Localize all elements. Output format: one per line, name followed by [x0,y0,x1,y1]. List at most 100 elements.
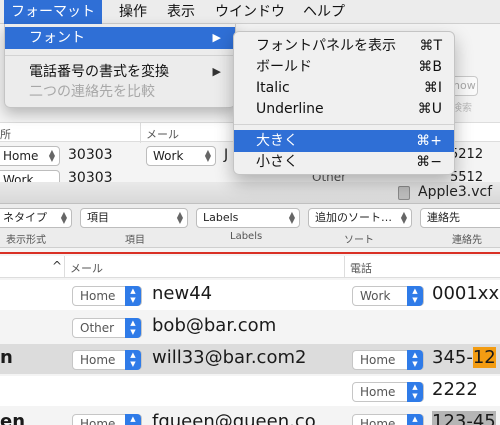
item-popup-label: 項目 [87,211,109,224]
menu-window[interactable]: ウインドウ [208,0,292,24]
submenu-arrow-icon: ▶ [212,31,221,44]
mail-cell[interactable]: bob@bar.com [152,315,276,336]
popup-arrows-icon: ▲ ▼ [48,148,55,163]
mail-type-popup[interactable]: Work ▲ ▼ [146,146,216,166]
upper-col-address: 所 [0,128,11,141]
shortcut-label: ⌘T [419,38,442,54]
mail-column-header[interactable]: メール [70,260,103,276]
filter-toolbar: ネタイプ ▲ ▼ 項目 ▲ ▼ Labels ▲ ▼ 追加のソート… ▲ ▼ 連絡先 表示形式 … [0,204,500,248]
phone-cell[interactable]: 2222 [432,379,478,400]
display-format-caption: 表示形式 [6,235,46,246]
address-type-popup[interactable]: Work [0,170,60,182]
menu-help[interactable]: ヘルプ [296,0,352,24]
phone-label-stepper[interactable]: Home ▲▼ [352,350,424,370]
phone-label-text: Home [360,353,396,367]
shortcut-label: ⌘+ [416,133,442,149]
mail-label-stepper[interactable]: Home ▲▼ [72,286,142,306]
mail-label-text: Other [80,321,115,335]
menu-separator [5,55,235,56]
shortcut-label: ⌘I [423,80,442,96]
menu-format[interactable]: フォーマット [4,0,102,24]
menu-item-convert-phone-format[interactable]: 電話番号の書式を変換 ▶ [5,61,235,83]
name-partial: n [0,347,13,368]
address-type-popup[interactable]: Home ▲ ▼ [0,146,60,166]
menu-bar: フォーマット 操作 表示 ウインドウ ヘルプ [0,0,500,24]
menu-item-convert-phone-format-label: 電話番号の書式を変換 [29,64,169,80]
main-table-header: ^ メール 電話 [0,256,500,278]
shortcut-label: ⌘U [417,101,442,117]
menu-item-italic[interactable]: Italic ⌘I [234,77,454,99]
menu-item-label: Italic [256,80,290,96]
table-row[interactable]: en Home ▲▼ fqueen@queen.co Home ▲▼ 123-45 [0,408,500,425]
menu-item-show-font-panel[interactable]: フォントパネルを表示 ⌘T [234,35,454,57]
menu-separator [234,124,454,125]
popup-arrows-icon: ▲ ▼ [204,148,211,163]
stepper-arrows-icon: ▲▼ [407,382,423,402]
document-icon [398,186,410,200]
labels-popup-label: Labels [203,211,239,224]
phone-cell-text: 345- [432,347,473,368]
menu-item-label: 大きく [256,133,298,149]
submenu-arrow-icon: ▶ [212,65,221,78]
additional-sort-popup[interactable]: 追加のソート… ▲ ▼ [308,208,412,228]
table-row[interactable]: Home ▲ ▼ 2222 [0,376,500,406]
column-divider [64,256,65,278]
stepper-arrows-icon: ▲▼ [407,286,423,306]
labels-caption: Labels [230,231,263,242]
menu-action[interactable]: 操作 [112,0,154,24]
mail-type-label: Work [153,149,184,163]
menu-item-font-label: フォント [29,30,85,46]
menu-item-font[interactable]: フォント ▶ [5,27,235,49]
display-format-popup[interactable]: ネタイプ ▲ ▼ [0,208,72,228]
stepper-arrows-icon: ▲▼ [125,350,141,370]
address-type-label: Work [3,173,34,182]
address-value: 30303 [68,170,113,182]
menu-item-label: ボールド [256,59,312,75]
menu-item-underline[interactable]: Underline ⌘U [234,98,454,120]
menu-item-bold[interactable]: ボールド ⌘B [234,56,454,78]
titlebar: Apple3.vcf [0,182,500,204]
phone-partial-value: 5512 [450,170,484,182]
phone-label-stepper[interactable]: Home ▲▼ [352,414,424,425]
phone-column-header[interactable]: 電話 [350,260,372,276]
sort-caption: ソート [344,235,374,246]
item-popup[interactable]: 項目 ▲ ▼ [80,208,188,228]
shortcut-label: ⌘B [418,59,442,75]
phone-label-text: Home [360,385,396,399]
table-row[interactable]: Other ▲ ▼ bob@bar.com [0,312,500,342]
table-row[interactable]: Home ▲ ▼ new44 Work ▲ ▼ 0001xx [0,280,500,310]
menu-item-label: フォントパネルを表示 [256,38,396,54]
stepper-arrows-icon: ▲▼ [407,350,423,370]
mail-cell[interactable]: fqueen@queen.co [152,411,316,425]
phone-label-text: Work [360,289,391,303]
popup-arrows-icon: ▲ ▼ [176,210,183,225]
menu-item-smaller[interactable]: 小さく ⌘− [234,151,454,173]
menu-view[interactable]: 表示 [160,0,202,24]
name-partial: en [0,411,26,425]
phone-label-stepper[interactable]: Home ▲▼ [352,382,424,402]
display-format-label: ネタイプ [3,211,47,224]
shortcut-label: ⌘− [416,154,442,170]
mail-label-stepper[interactable]: Other ▲ ▼ [72,318,142,338]
phone-label-stepper[interactable]: Work ▲ ▼ [352,286,424,306]
popup-arrows-icon: ▲ ▼ [288,210,295,225]
sort-ascending-icon[interactable]: ^ [52,259,62,273]
mail-label-text: Home [80,417,116,425]
phone-cell[interactable]: 345-12 [432,347,496,368]
mail-label-stepper[interactable]: Home ▲▼ [72,350,142,370]
format-dropdown-menu: フォント ▶ 電話番号の書式を変換 ▶ 二つの連絡先を比較 [4,24,236,108]
phone-cell[interactable]: 123-45 [432,411,496,425]
menu-item-bigger[interactable]: 大きく ⌘+ [234,130,454,152]
contact-popup[interactable]: 連絡先 [420,208,500,228]
phone-highlight: 12 [472,347,496,368]
popup-arrows-icon: ▲ ▼ [400,210,407,225]
mail-cell[interactable]: will33@bar.com2 [152,347,306,368]
mail-label-text: Home [80,353,116,367]
show-button-label: how [453,79,476,92]
table-row[interactable]: n Home ▲ ▼ will33@bar.com2 Home ▲ ▼ 345-12 [0,344,500,374]
mail-label-stepper[interactable]: Home ▲▼ [72,414,142,425]
mail-cell[interactable]: new44 [152,283,212,304]
phone-cell[interactable]: 0001xx [432,283,499,304]
labels-popup[interactable]: Labels ▲ ▼ [196,208,300,228]
search-label: 検索 [452,103,472,114]
